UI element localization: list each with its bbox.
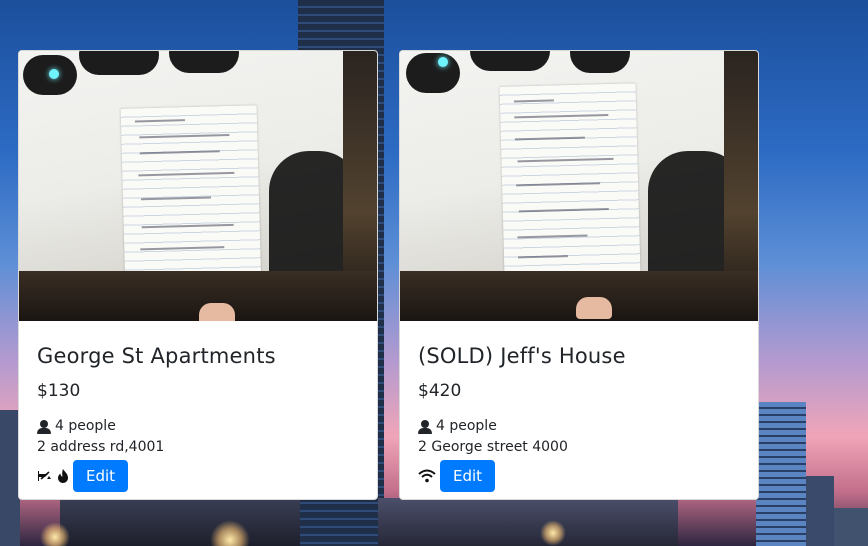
listing-card: (SOLD) Jeff's House $420 4 people 2 Geor…: [399, 50, 759, 500]
photo-mouse: [406, 53, 460, 93]
people-row: 4 people: [418, 416, 740, 437]
flame-icon: [57, 469, 69, 484]
photo-foot: [199, 303, 235, 321]
photo-paper: [499, 83, 641, 277]
listing-card: George St Apartments $130 4 people 2 add…: [18, 50, 378, 500]
photo-paper: [120, 105, 262, 293]
wifi-icon: [418, 469, 436, 483]
people-count: 4 people: [55, 418, 116, 435]
card-actions: Edit: [37, 460, 359, 493]
listing-photo: [400, 51, 758, 321]
people-count: 4 people: [436, 418, 497, 435]
background-tower: [834, 508, 868, 546]
no-smoking-icon: [37, 469, 53, 483]
edit-button[interactable]: Edit: [73, 460, 129, 493]
background-tower: [806, 476, 834, 546]
user-icon: [37, 419, 51, 434]
listing-address: 2 George street 4000: [418, 439, 568, 456]
card-actions: Edit: [418, 460, 740, 493]
street-light: [40, 522, 70, 546]
listing-title: (SOLD) Jeff's House: [418, 344, 626, 368]
listing-price: $130: [37, 381, 81, 402]
street-light: [540, 520, 566, 546]
listing-photo: [19, 51, 377, 321]
background-buildings: [378, 498, 678, 546]
listing-address: 2 address rd,4001: [37, 439, 165, 456]
background-tower: [0, 410, 20, 546]
background-buildings: [60, 498, 300, 546]
listing-title: George St Apartments: [37, 344, 276, 368]
photo-foot: [576, 297, 612, 319]
people-row: 4 people: [37, 416, 359, 437]
background-tower: [756, 402, 806, 546]
listing-price: $420: [418, 381, 462, 402]
edit-button[interactable]: Edit: [440, 460, 496, 493]
user-icon: [418, 419, 432, 434]
